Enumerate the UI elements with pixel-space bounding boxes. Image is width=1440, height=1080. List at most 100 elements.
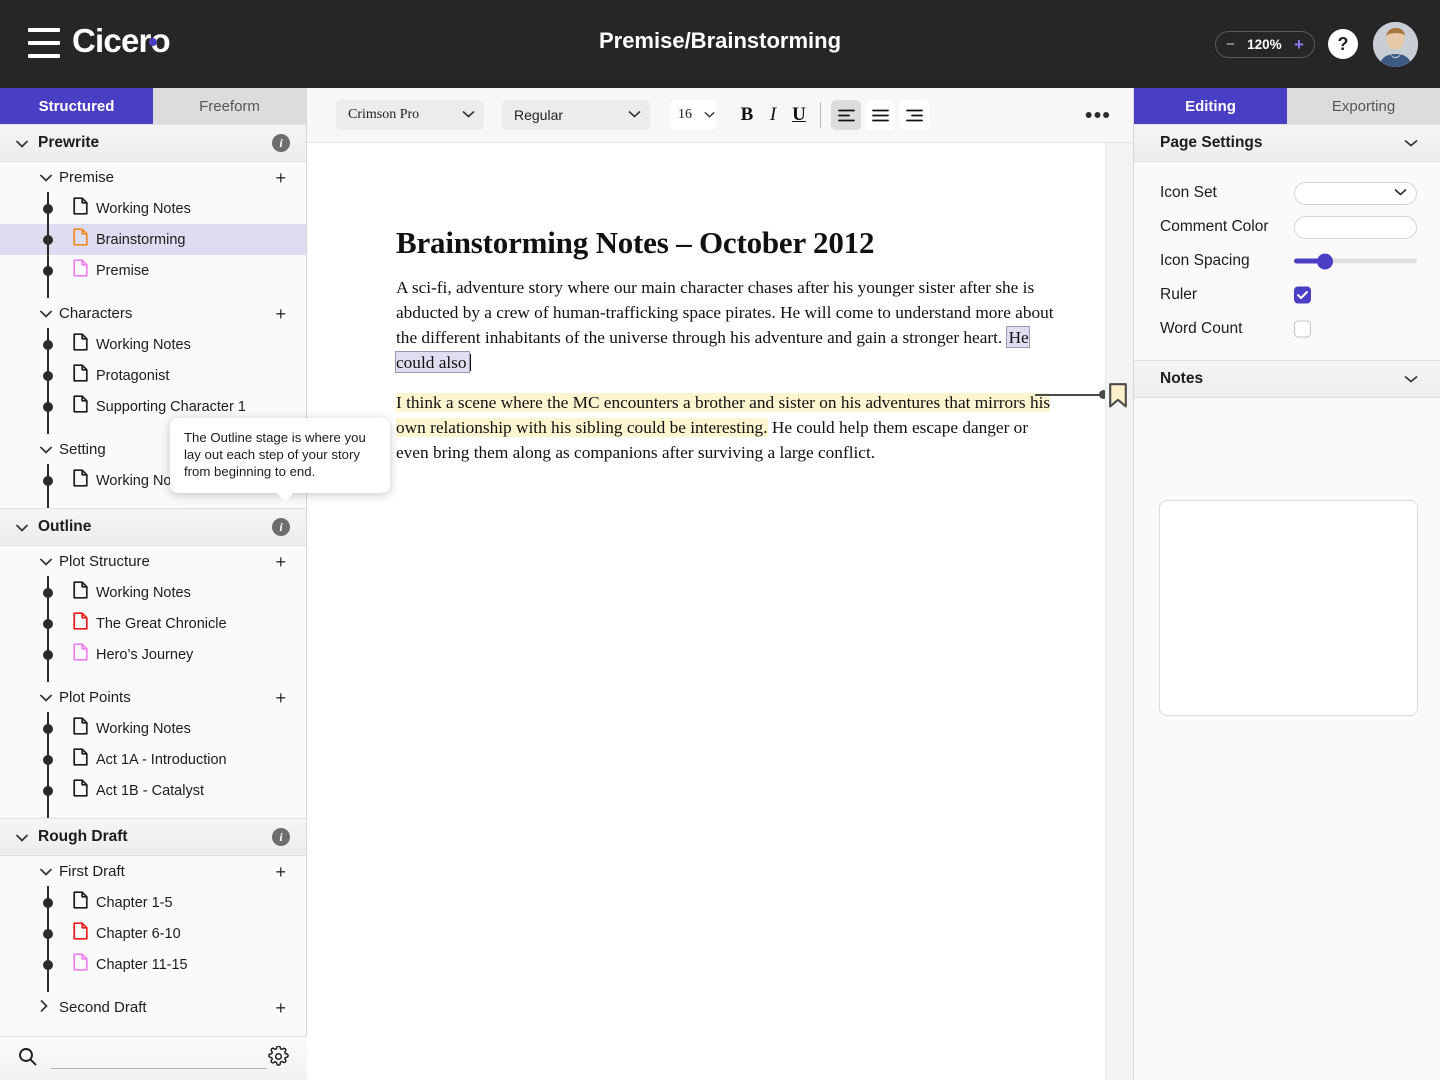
icon-set-select[interactable]	[1294, 181, 1417, 205]
notes-section-header[interactable]: Notes	[1134, 360, 1440, 398]
tree-node-dot	[43, 339, 53, 350]
document-item[interactable]: Working Notes	[0, 328, 306, 361]
font-style-value: Regular	[514, 107, 564, 123]
document-item[interactable]: Chapter 11-15	[0, 948, 306, 981]
group-row-plot-points[interactable]: Plot Points +	[0, 682, 306, 713]
tree-node-dot	[43, 401, 53, 412]
avatar[interactable]	[1373, 22, 1418, 67]
chevron-down-icon[interactable]	[16, 830, 28, 845]
add-document-button[interactable]: +	[275, 169, 286, 187]
paragraph-1-text: A sci-fi, adventure story where our main…	[396, 278, 1054, 347]
stage-header-rough-draft[interactable]: Rough Draft i	[0, 818, 306, 856]
align-left-button[interactable]	[831, 100, 861, 130]
info-icon[interactable]: i	[272, 518, 290, 536]
comment-color-field[interactable]	[1294, 215, 1417, 239]
underline-button[interactable]: U	[786, 100, 812, 130]
top-header-bar: Cicero Premise/Brainstorming − 120% + ?	[0, 0, 1440, 88]
document-paragraph-1[interactable]: A sci-fi, adventure story where our main…	[395, 275, 1056, 375]
chevron-right-icon[interactable]	[40, 1000, 50, 1015]
document-item[interactable]: Chapter 1-5	[0, 886, 306, 919]
group-row-first-draft[interactable]: First Draft +	[0, 856, 306, 887]
document-item[interactable]: Hero’s Journey	[0, 638, 306, 671]
file-icon	[73, 333, 88, 356]
bookmark-icon[interactable]	[1108, 383, 1128, 413]
comment-connector-line	[1035, 394, 1105, 396]
chevron-down-icon[interactable]	[16, 520, 28, 535]
tree-node-dot	[43, 203, 53, 214]
chevron-down-icon[interactable]	[40, 306, 52, 321]
page-settings-section-header[interactable]: Page Settings	[1134, 124, 1440, 162]
document-item[interactable]: Act 1A - Introduction	[0, 743, 306, 776]
document-item[interactable]: The Great Chronicle	[0, 607, 306, 640]
add-document-button[interactable]: +	[275, 863, 286, 881]
tree-node-dot	[43, 649, 53, 660]
ruler-checkbox[interactable]	[1294, 286, 1311, 304]
chevron-down-icon[interactable]	[40, 864, 52, 879]
zoom-in-button[interactable]: +	[1294, 36, 1304, 53]
info-icon[interactable]: i	[272, 828, 290, 846]
chevron-down-icon[interactable]	[40, 690, 52, 705]
ruler-label: Ruler	[1160, 286, 1198, 303]
document-page[interactable]: Brainstorming Notes – October 2012 A sci…	[307, 143, 1108, 1080]
group-row-plot-structure[interactable]: Plot Structure +	[0, 546, 306, 577]
icon-spacing-slider[interactable]	[1294, 253, 1417, 269]
document-label: Chapter 11-15	[96, 956, 188, 973]
notes-textarea[interactable]	[1159, 500, 1418, 716]
document-item[interactable]: Protagonist	[0, 359, 306, 392]
add-document-button[interactable]: +	[275, 689, 286, 707]
zoom-control[interactable]: − 120% +	[1215, 31, 1315, 58]
document-label: Protagonist	[96, 367, 170, 384]
add-document-button[interactable]: +	[275, 999, 286, 1017]
info-icon[interactable]: i	[272, 134, 290, 152]
chevron-down-icon[interactable]	[1404, 134, 1418, 152]
document-item[interactable]: Premise	[0, 254, 306, 287]
chevron-down-icon[interactable]	[16, 136, 28, 151]
setting-row-comment-color: Comment Color	[1134, 210, 1440, 244]
tab-exporting[interactable]: Exporting	[1287, 88, 1440, 124]
tree-node-dot	[43, 618, 53, 629]
more-options-button[interactable]: •••	[1085, 104, 1111, 126]
group-row-second-draft[interactable]: Second Draft +	[0, 992, 306, 1023]
zoom-out-button[interactable]: −	[1226, 37, 1235, 52]
font-family-select[interactable]: Crimson Pro	[336, 100, 484, 130]
italic-button[interactable]: I	[760, 100, 786, 130]
group-row-premise[interactable]: Premise +	[0, 162, 306, 193]
word-count-label: Word Count	[1160, 320, 1243, 337]
document-item[interactable]: Chapter 6-10	[0, 917, 306, 950]
stage-header-outline[interactable]: Outline i	[0, 508, 306, 546]
search-input[interactable]	[51, 1048, 267, 1069]
document-item[interactable]: Working Notes	[0, 576, 306, 609]
tab-editing[interactable]: Editing	[1134, 88, 1287, 124]
file-icon	[73, 717, 88, 735]
bold-button[interactable]: B	[734, 100, 760, 130]
file-icon	[73, 469, 88, 492]
chevron-down-icon[interactable]	[1404, 370, 1418, 388]
align-right-button[interactable]	[899, 100, 929, 130]
avatar-image	[1373, 22, 1418, 67]
chevron-down-icon[interactable]	[40, 554, 52, 569]
chevron-down-icon[interactable]	[40, 170, 52, 185]
tab-freeform[interactable]: Freeform	[153, 88, 306, 124]
word-count-checkbox[interactable]	[1294, 320, 1311, 338]
add-document-button[interactable]: +	[275, 305, 286, 323]
align-center-button[interactable]	[865, 100, 895, 130]
slider-handle[interactable]	[1317, 253, 1333, 269]
document-paragraph-2[interactable]: I think a scene where the MC encounters …	[396, 390, 1056, 465]
document-item[interactable]: Act 1B - Catalyst	[0, 774, 306, 807]
panel-spacer	[1134, 162, 1440, 176]
document-title: Brainstorming Notes – October 2012	[396, 225, 875, 260]
font-style-select[interactable]: Regular	[502, 100, 650, 130]
document-item[interactable]: Brainstorming	[0, 223, 306, 256]
help-button[interactable]: ?	[1328, 29, 1358, 59]
add-document-button[interactable]: +	[275, 553, 286, 571]
group-row-characters[interactable]: Characters +	[0, 298, 306, 329]
document-item[interactable]: Working Notes	[0, 192, 306, 225]
font-size-select[interactable]: 16	[670, 100, 716, 130]
document-item[interactable]: Working Notes	[0, 712, 306, 745]
stage-header-prewrite[interactable]: Prewrite i	[0, 124, 306, 162]
document-label: The Great Chronicle	[96, 615, 227, 632]
chevron-down-icon[interactable]	[40, 442, 52, 457]
gear-icon[interactable]	[268, 1044, 289, 1072]
tab-structured[interactable]: Structured	[0, 88, 153, 124]
document-label: Act 1A - Introduction	[96, 751, 227, 768]
